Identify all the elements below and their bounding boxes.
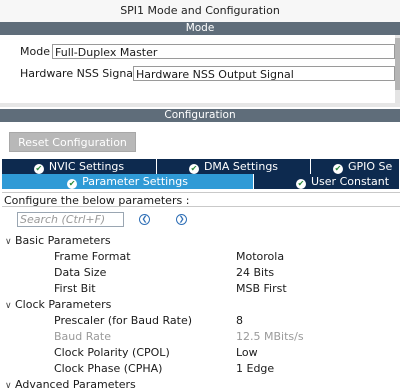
chevron-down-icon: ∨ [5,301,12,311]
tab-user-constants[interactable]: ✔ User Constant [254,174,400,189]
search-previous-button[interactable]: ❮ [139,214,150,225]
reset-configuration-button[interactable]: Reset Configuration [9,132,136,152]
check-circle-icon: ✔ [296,179,306,189]
check-circle-icon: ✔ [333,164,343,174]
configure-instructions: Configure the below parameters : [2,192,400,207]
check-circle-icon: ✔ [67,179,78,189]
param-name-first-bit: First Bit [54,282,96,295]
tab-user-constant-label: User Constant [311,175,390,188]
param-value-clock-phase[interactable]: 1 Edge [236,362,274,375]
param-name-data-size: Data Size [54,266,107,279]
param-value-first-bit[interactable]: MSB First [236,282,287,295]
param-value-data-size[interactable]: 24 Bits [236,266,274,279]
tab-gpio-settings[interactable]: ✔ GPIO Se [311,159,400,174]
mode-scrollbar-thumb[interactable] [395,38,400,90]
check-circle-icon: ✔ [188,164,199,174]
tab-parameter-label: Parameter Settings [82,175,188,188]
search-input[interactable]: Search (Ctrl+F) [17,212,124,227]
group-advanced-label: Advanced Parameters [15,378,136,391]
param-name-frame-format: Frame Format [54,250,131,263]
mode-select[interactable]: Full-Duplex Master [52,44,395,59]
group-basic-parameters[interactable]: ∨ Basic Parameters [5,234,111,247]
group-advanced-parameters[interactable]: ∨ Advanced Parameters [5,378,136,391]
param-value-clock-polarity[interactable]: Low [236,346,258,359]
tab-nvic-label: NVIC Settings [48,160,125,173]
search-next-button[interactable]: ❯ [176,214,187,225]
tab-dma-settings[interactable]: ✔ DMA Settings [157,159,311,174]
chevron-right-icon: ❯ [178,215,185,223]
nss-signal-select[interactable]: Hardware NSS Output Signal [133,66,395,81]
param-name-clock-polarity: Clock Polarity (CPOL) [54,346,170,359]
param-name-prescaler: Prescaler (for Baud Rate) [54,314,193,327]
tab-nvic-settings[interactable]: ✔ NVIC Settings [2,159,157,174]
mode-label: Mode [20,45,50,58]
nss-signal-label: Hardware NSS Signal [20,67,137,80]
param-value-prescaler[interactable]: 8 [236,314,243,327]
param-name-baud-rate: Baud Rate [54,330,111,343]
tab-parameter-settings[interactable]: ✔ Parameter Settings [2,174,254,189]
mode-section-header: Mode [0,22,400,35]
group-clock-parameters[interactable]: ∨ Clock Parameters [5,298,111,311]
configuration-section-header: Configuration [0,109,400,122]
group-clock-label: Clock Parameters [15,298,112,311]
panel-title: SPI1 Mode and Configuration [0,0,400,22]
tab-dma-label: DMA Settings [203,160,279,173]
tab-gpio-label: GPIO Se [348,160,393,173]
chevron-down-icon: ∨ [5,237,12,247]
group-basic-label: Basic Parameters [15,234,111,247]
check-circle-icon: ✔ [33,164,44,174]
splitter[interactable] [0,103,400,107]
param-name-clock-phase: Clock Phase (CPHA) [54,362,163,375]
param-value-baud-rate: 12.5 MBits/s [236,330,304,343]
chevron-left-icon: ❮ [141,215,148,223]
param-value-frame-format[interactable]: Motorola [236,250,284,263]
